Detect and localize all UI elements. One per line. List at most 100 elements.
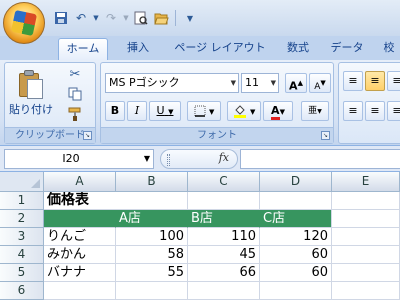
align-left-button[interactable]: ≡: [343, 101, 363, 121]
cell-c4[interactable]: 45: [188, 246, 260, 264]
select-all-corner[interactable]: [0, 172, 44, 192]
align-bottom-button[interactable]: ≡: [387, 71, 400, 91]
quick-access-toolbar: ↶ ▼ ↷ ▼ ▼: [52, 8, 199, 28]
font-name-dropdown[interactable]: MS Pゴシック ▼: [105, 73, 239, 93]
font-size-dropdown[interactable]: 11 ▼: [241, 73, 279, 93]
cell-b2[interactable]: A店: [116, 210, 188, 228]
phonetic-guide-icon: 亜: [308, 106, 318, 116]
clipboard-dialog-launcher-icon[interactable]: ↘: [83, 131, 92, 140]
row-header-1[interactable]: 1: [0, 192, 44, 210]
row-header-3[interactable]: 3: [0, 228, 44, 246]
font-color-icon: A: [271, 105, 280, 120]
column-header-a[interactable]: A: [44, 172, 116, 192]
copy-icon[interactable]: [67, 87, 83, 103]
font-dialog-launcher-icon[interactable]: ↘: [321, 131, 330, 140]
name-box[interactable]: I20 ▼: [4, 149, 154, 169]
cell-e6[interactable]: [332, 282, 400, 300]
cell-d1[interactable]: [260, 192, 332, 210]
cell-b5[interactable]: 55: [116, 264, 188, 282]
shrink-font-button[interactable]: A▼: [309, 73, 331, 93]
cell-e2[interactable]: [332, 210, 400, 228]
align-left-icon: ≡: [348, 104, 358, 117]
save-icon[interactable]: [52, 9, 70, 27]
column-header-e[interactable]: E: [332, 172, 400, 192]
qat-separator: [175, 10, 176, 26]
cell-d2[interactable]: C店: [260, 210, 332, 228]
align-middle-button[interactable]: ≡: [365, 71, 385, 91]
formula-input[interactable]: [240, 149, 400, 169]
cell-c6[interactable]: [188, 282, 260, 300]
cell-e5[interactable]: [332, 264, 400, 282]
cell-d6[interactable]: [260, 282, 332, 300]
grow-font-icon: A: [289, 79, 298, 93]
format-painter-icon[interactable]: [67, 107, 83, 123]
print-preview-icon[interactable]: [132, 9, 150, 27]
office-logo-icon: [10, 9, 38, 37]
cell-d5[interactable]: 60: [260, 264, 332, 282]
redo-icon[interactable]: ↷: [102, 9, 120, 27]
italic-button[interactable]: I: [127, 101, 147, 121]
insert-function-icon[interactable]: fx: [219, 151, 229, 164]
column-header-c[interactable]: C: [188, 172, 260, 192]
cell-a2[interactable]: [44, 210, 116, 228]
cut-icon[interactable]: ✂: [67, 67, 83, 83]
align-bottom-icon: ≡: [392, 74, 400, 87]
open-folder-icon[interactable]: [152, 9, 170, 27]
tab-formulas[interactable]: 数式: [278, 38, 318, 60]
cell-e1[interactable]: [332, 192, 400, 210]
tab-page-layout[interactable]: ページ レイアウト: [168, 38, 272, 60]
redo-dropdown-icon[interactable]: ▼: [122, 9, 130, 27]
fill-color-button[interactable]: ▼: [227, 101, 261, 121]
undo-dropdown-icon[interactable]: ▼: [92, 9, 100, 27]
cell-a3[interactable]: りんご: [44, 228, 116, 246]
cell-b3[interactable]: 100: [116, 228, 188, 246]
column-header-d[interactable]: D: [260, 172, 332, 192]
spreadsheet-grid[interactable]: A B C D E 1 2 3 4 5 6 価格表 A店 B店 C店 りんご 1…: [0, 172, 400, 300]
ribbon: 貼り付け ✂ クリップボード ↘ MS Pゴシック ▼ 11 ▼ A▲ A▼ B…: [0, 60, 400, 146]
office-button[interactable]: [3, 2, 45, 44]
cell-b4[interactable]: 58: [116, 246, 188, 264]
tab-insert[interactable]: 挿入: [116, 38, 160, 60]
clipboard-group-label: クリップボード: [5, 127, 95, 143]
row-header-2[interactable]: 2: [0, 210, 44, 228]
grow-font-button[interactable]: A▲: [285, 73, 307, 93]
chevron-down-icon: ▼: [209, 108, 215, 116]
borders-button[interactable]: ▼: [187, 101, 221, 121]
chevron-down-icon: ▼: [250, 108, 256, 116]
align-center-button[interactable]: ≡: [365, 101, 385, 121]
customize-qat-icon[interactable]: ▼: [181, 9, 199, 27]
cell-c3[interactable]: 110: [188, 228, 260, 246]
cell-b6[interactable]: [116, 282, 188, 300]
underline-button[interactable]: U ▼: [149, 101, 181, 121]
cell-d4[interactable]: 60: [260, 246, 332, 264]
cell-c1[interactable]: [188, 192, 260, 210]
bold-button[interactable]: B: [105, 101, 125, 121]
row-header-6[interactable]: 6: [0, 282, 44, 300]
undo-icon[interactable]: ↶: [72, 9, 90, 27]
chevron-down-icon[interactable]: ▼: [144, 150, 150, 168]
formula-bar-grip-icon[interactable]: [167, 154, 170, 166]
cell-d3[interactable]: 120: [260, 228, 332, 246]
row-header-4[interactable]: 4: [0, 246, 44, 264]
paste-icon[interactable]: [17, 69, 45, 101]
paste-button-label[interactable]: 貼り付け: [9, 101, 53, 117]
align-top-button[interactable]: ≡: [343, 71, 363, 91]
row-header-5[interactable]: 5: [0, 264, 44, 282]
align-right-button[interactable]: ≡: [387, 101, 400, 121]
cell-e3[interactable]: [332, 228, 400, 246]
tab-review[interactable]: 校: [378, 38, 400, 60]
tab-data[interactable]: データ: [324, 38, 370, 60]
cell-b1[interactable]: [116, 192, 188, 210]
font-group-label: フォント: [101, 127, 333, 143]
phonetic-guide-button[interactable]: 亜▼: [301, 101, 329, 121]
cell-a1[interactable]: 価格表: [44, 192, 116, 210]
cell-e4[interactable]: [332, 246, 400, 264]
cell-a5[interactable]: バナナ: [44, 264, 116, 282]
column-header-b[interactable]: B: [116, 172, 188, 192]
cell-a6[interactable]: [44, 282, 116, 300]
tab-home[interactable]: ホーム: [58, 38, 108, 60]
cell-a4[interactable]: みかん: [44, 246, 116, 264]
cell-c5[interactable]: 66: [188, 264, 260, 282]
font-color-button[interactable]: A▼: [263, 101, 293, 121]
cell-c2[interactable]: B店: [188, 210, 260, 228]
